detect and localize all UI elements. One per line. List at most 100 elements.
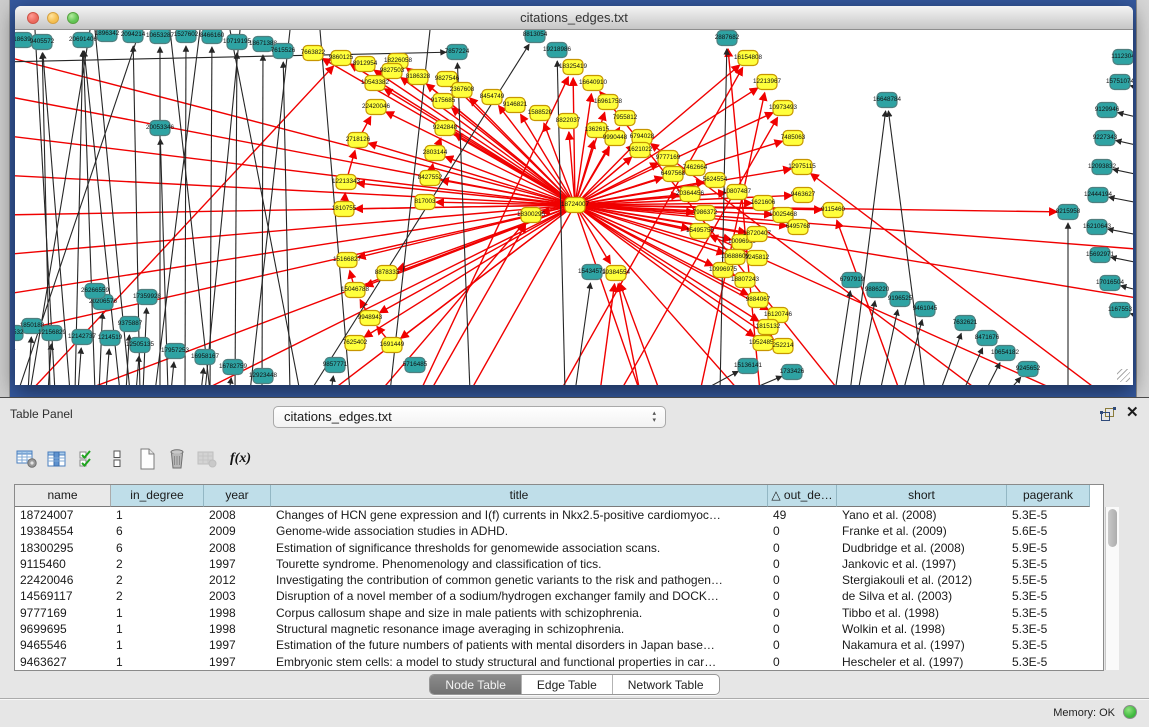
graph-node[interactable]: 1810755: [332, 202, 357, 217]
graph-node[interactable]: 2094214: [121, 30, 146, 43]
table-cell-year[interactable]: 2003: [204, 588, 271, 604]
vertical-scrollbar[interactable]: [1105, 507, 1119, 670]
graph-node[interactable]: 9884067: [746, 293, 771, 308]
table-cell-short[interactable]: Jankovic et al. (1997): [837, 556, 1007, 572]
graph-node[interactable]: 9461045: [913, 302, 938, 317]
table-row[interactable]: 946362711997Embryonic stem cells: a mode…: [15, 654, 1103, 670]
column-header-name[interactable]: name: [15, 485, 111, 507]
float-window-icon[interactable]: [1100, 407, 1116, 421]
zoom-button[interactable]: [67, 12, 79, 24]
graph-node[interactable]: 16640910: [579, 76, 608, 91]
graph-node[interactable]: 17016504: [1096, 276, 1125, 291]
graph-node[interactable]: 7857224: [445, 45, 470, 60]
table-cell-pagerank[interactable]: 5.3E-5: [1007, 621, 1090, 637]
table-cell-year[interactable]: 2012: [204, 572, 271, 588]
table-cell-title[interactable]: Investigating the contribution of common…: [271, 572, 768, 588]
graph-node[interactable]: 8186328: [406, 70, 431, 85]
tab-network-table[interactable]: Network Table: [613, 675, 719, 695]
table-cell-in_degree[interactable]: 1: [111, 637, 204, 653]
table-cell-pagerank[interactable]: 5.6E-5: [1007, 523, 1090, 539]
table-cell-short[interactable]: Yano et al. (2008): [837, 507, 1007, 523]
table-cell-out_degree[interactable]: 0: [768, 556, 837, 572]
table-cell-in_degree[interactable]: 6: [111, 523, 204, 539]
table-row[interactable]: 969969511998Structural magnetic resonanc…: [15, 621, 1103, 637]
graph-node[interactable]: 19384554: [602, 266, 631, 281]
close-button[interactable]: [27, 12, 39, 24]
graph-node[interactable]: 12975115: [788, 160, 816, 175]
graph-node[interactable]: 5624554: [703, 173, 728, 188]
row-height-icon[interactable]: [104, 446, 130, 472]
table-cell-in_degree[interactable]: 1: [111, 605, 204, 621]
graph-node[interactable]: 16782759: [219, 360, 248, 375]
graph-node[interactable]: 7986372: [693, 206, 718, 221]
table-cell-year[interactable]: 1997: [204, 654, 271, 670]
table-cell-pagerank[interactable]: 5.3E-5: [1007, 588, 1090, 604]
table-cell-year[interactable]: 1998: [204, 621, 271, 637]
graph-node[interactable]: 8912954: [353, 57, 378, 72]
table-cell-pagerank[interactable]: 5.3E-5: [1007, 605, 1090, 621]
graph-node[interactable]: 7625402: [343, 336, 368, 351]
graph-node[interactable]: 7615526: [271, 44, 296, 59]
graph-node[interactable]: 16648784: [873, 93, 902, 108]
table-row[interactable]: 977716911998Corpus callosum shape and si…: [15, 605, 1103, 621]
table-cell-pagerank[interactable]: 5.3E-5: [1007, 637, 1090, 653]
network-window-titlebar[interactable]: citations_edges.txt: [15, 6, 1133, 30]
graph-node[interactable]: 9129946: [1095, 103, 1120, 118]
graph-node[interactable]: 10973493: [769, 101, 798, 116]
graph-node[interactable]: 1112304: [1111, 50, 1133, 65]
table-cell-name[interactable]: 18300295: [15, 540, 111, 556]
table-cell-out_degree[interactable]: 0: [768, 523, 837, 539]
table-row[interactable]: 1456911722003Disruption of a novel membe…: [15, 588, 1103, 604]
table-cell-title[interactable]: Estimation of significance thresholds fo…: [271, 540, 768, 556]
graph-node[interactable]: 8466160: [200, 30, 225, 44]
graph-node[interactable]: 8822037: [556, 114, 581, 129]
graph-node[interactable]: 12093832: [1088, 160, 1117, 175]
graph-node[interactable]: 9196525: [888, 292, 913, 307]
column-header-in_degree[interactable]: in_degree: [111, 485, 204, 507]
table-row[interactable]: 946554611997Estimation of the future num…: [15, 637, 1103, 653]
table-cell-name[interactable]: 9777169: [15, 605, 111, 621]
table-cell-out_degree[interactable]: 0: [768, 605, 837, 621]
graph-node[interactable]: 1733426: [780, 365, 805, 380]
graph-node[interactable]: 1621022: [628, 143, 653, 158]
graph-node[interactable]: 12213343: [332, 175, 361, 190]
graph-node[interactable]: 8878333: [375, 266, 400, 281]
delete-icon[interactable]: [164, 446, 190, 472]
graph-node[interactable]: 7663822: [301, 46, 326, 61]
table-cell-title[interactable]: Embryonic stem cells: a model to study s…: [271, 654, 768, 670]
graph-node[interactable]: 9948943: [358, 311, 383, 326]
table-cell-pagerank[interactable]: 5.5E-5: [1007, 572, 1090, 588]
table-row[interactable]: 1872400712008Changes of HCN gene express…: [15, 507, 1103, 523]
graph-node[interactable]: 19218986: [543, 43, 572, 58]
table-cell-out_degree[interactable]: 0: [768, 654, 837, 670]
new-document-icon[interactable]: [134, 446, 160, 472]
table-cell-title[interactable]: Genome-wide association studies in ADHD.: [271, 523, 768, 539]
graph-node[interactable]: 18325419: [559, 60, 588, 75]
table-cell-title[interactable]: Changes of HCN gene expression and I(f) …: [271, 507, 768, 523]
delete-table-icon[interactable]: [194, 446, 220, 472]
graph-node[interactable]: 16958167: [191, 350, 220, 365]
graph-node[interactable]: 8813054: [523, 30, 548, 43]
table-cell-year[interactable]: 1998: [204, 605, 271, 621]
graph-node[interactable]: 2718126: [346, 133, 371, 148]
graph-node[interactable]: 16210643: [1083, 220, 1112, 235]
column-display-icon[interactable]: [44, 446, 70, 472]
graph-node[interactable]: 9857771: [323, 358, 348, 373]
graph-node[interactable]: 12923448: [249, 369, 278, 384]
column-header-pagerank[interactable]: pagerank: [1007, 485, 1090, 507]
table-cell-in_degree[interactable]: 2: [111, 556, 204, 572]
graph-node[interactable]: 9245652: [1016, 362, 1041, 377]
table-cell-out_degree[interactable]: 0: [768, 572, 837, 588]
graph-node[interactable]: 9175685: [431, 94, 456, 109]
table-cell-pagerank[interactable]: 5.3E-5: [1007, 556, 1090, 572]
graph-node[interactable]: 20053346: [146, 121, 175, 136]
graph-node[interactable]: 1621606: [751, 196, 776, 211]
table-cell-pagerank[interactable]: 5.3E-5: [1007, 507, 1090, 523]
table-cell-short[interactable]: Dudbridge et al. (2008): [837, 540, 1007, 556]
column-header-short[interactable]: short: [837, 485, 1007, 507]
graph-node[interactable]: 20691406: [69, 33, 98, 48]
graph-node[interactable]: 10654182: [991, 346, 1020, 361]
graph-node[interactable]: 1896342: [95, 30, 120, 42]
graph-node[interactable]: 8427552: [418, 171, 443, 186]
table-cell-year[interactable]: 2008: [204, 507, 271, 523]
